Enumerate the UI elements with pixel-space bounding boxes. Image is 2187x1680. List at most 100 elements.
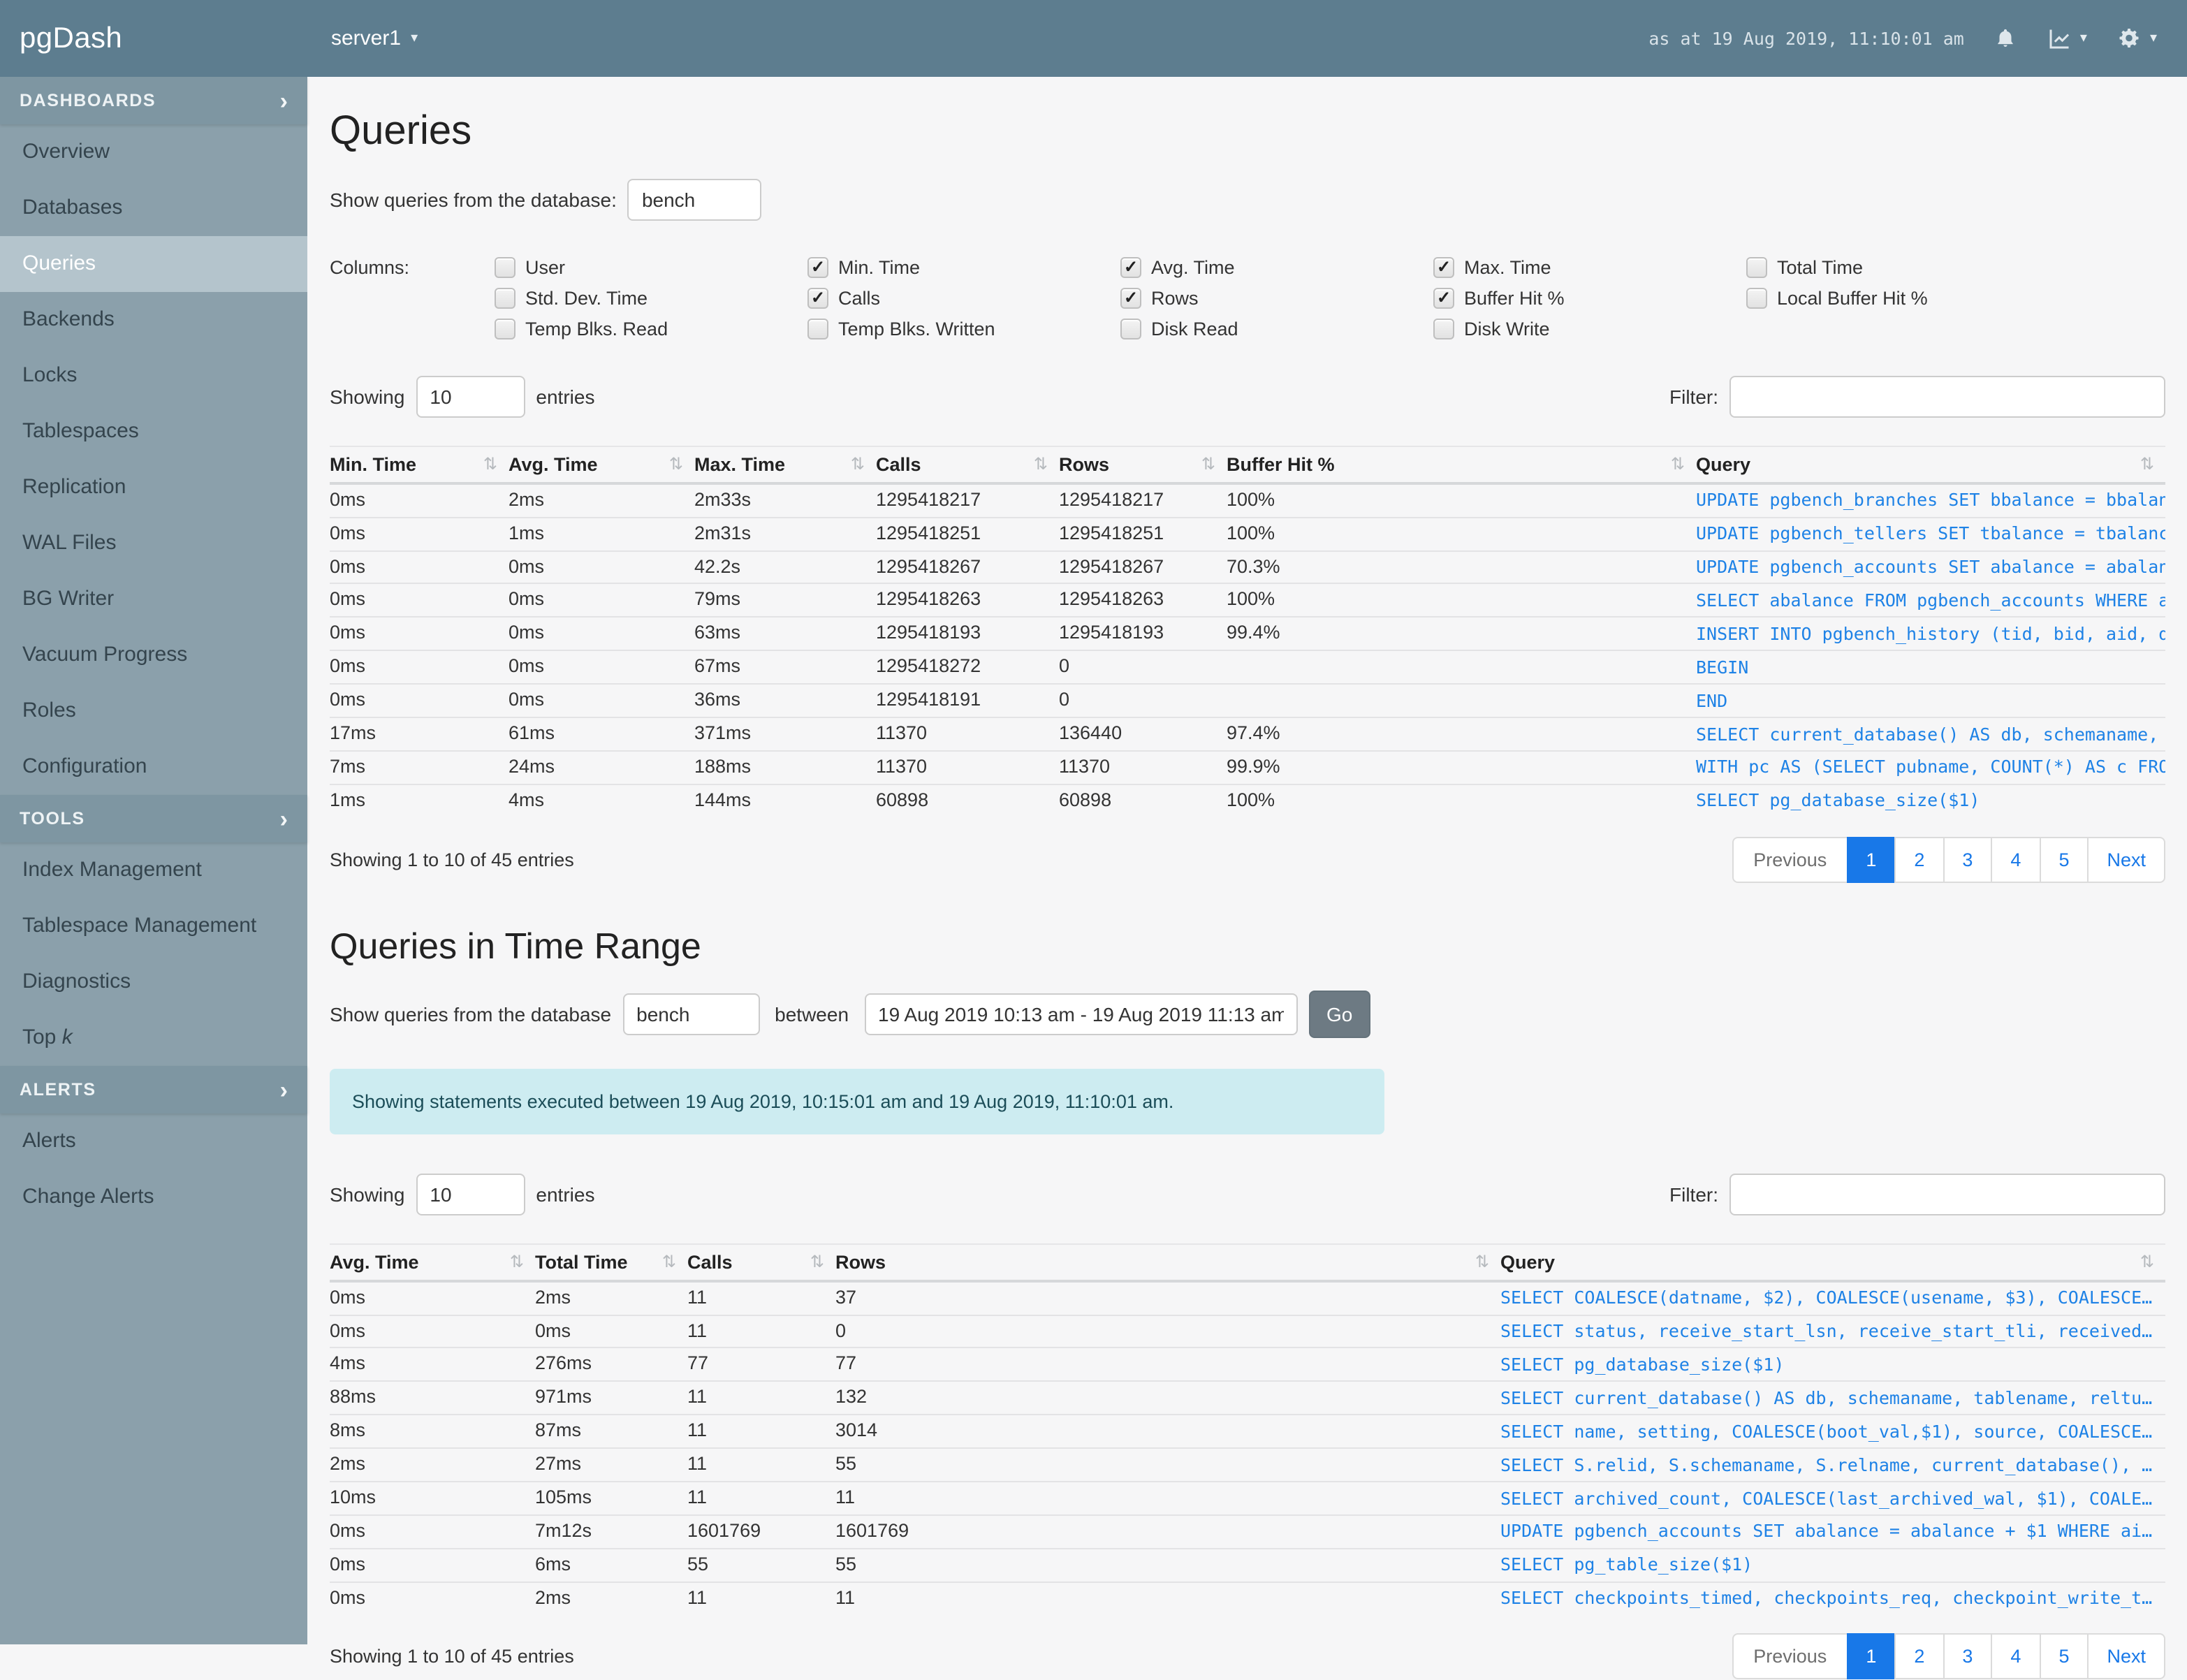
checkbox-icon[interactable] bbox=[495, 318, 515, 339]
column-toggle[interactable]: Total Time bbox=[1746, 256, 2059, 278]
sidebar-item-vacuum-progress[interactable]: Vacuum Progress bbox=[0, 627, 307, 683]
pagination-page[interactable]: 5 bbox=[2039, 1633, 2089, 1680]
table-row[interactable]: 4ms 276ms 77 77 SELECT pg_database_size($1) bbox=[330, 1347, 2165, 1382]
pagination-page[interactable]: 4 bbox=[1991, 1633, 2041, 1680]
checkbox-icon[interactable]: ✓ bbox=[1433, 287, 1454, 309]
column-toggle[interactable]: ✓ Calls bbox=[807, 287, 1120, 309]
table-row[interactable]: 0ms 0ms 79ms 1295418263 1295418263 100% SELECT… bbox=[330, 583, 2165, 618]
column-header[interactable]: Max. Time ⇅ bbox=[694, 446, 876, 485]
pagination-next[interactable]: Next bbox=[2087, 836, 2165, 883]
table-row[interactable]: 0ms 0ms 63ms 1295418193 1295418193 99.4% INSER… bbox=[330, 616, 2165, 651]
checkbox-icon[interactable] bbox=[495, 287, 515, 309]
column-toggle[interactable]: Temp Blks. Written bbox=[807, 318, 1120, 339]
filter-input[interactable] bbox=[1729, 375, 2165, 418]
settings-menu[interactable]: ▾ bbox=[2116, 26, 2157, 51]
sidebar-item-diagnostics[interactable]: Diagnostics bbox=[0, 954, 307, 1010]
table-row[interactable]: 0ms 2ms 2m33s 1295418217 1295418217 100% UPDAT… bbox=[330, 483, 2165, 518]
column-toggle[interactable]: User bbox=[495, 256, 807, 278]
sort-icon[interactable]: ⇅ bbox=[1671, 454, 1685, 474]
sort-icon[interactable]: ⇅ bbox=[510, 1251, 524, 1271]
pagination-page[interactable]: 3 bbox=[1943, 836, 1993, 883]
pagination-page[interactable]: 5 bbox=[2039, 836, 2089, 883]
database-input[interactable] bbox=[627, 178, 762, 221]
app-logo[interactable]: pgDash bbox=[0, 22, 307, 55]
sidebar-item-backends[interactable]: Backends bbox=[0, 292, 307, 348]
checkbox-icon[interactable] bbox=[1433, 318, 1454, 339]
sort-icon[interactable]: ⇅ bbox=[2140, 454, 2154, 474]
sidebar-item-locks[interactable]: Locks bbox=[0, 348, 307, 404]
sidebar-item-tablespace-management[interactable]: Tablespace Management bbox=[0, 898, 307, 954]
sidebar-item-overview[interactable]: Overview bbox=[0, 124, 307, 180]
checkbox-icon[interactable] bbox=[1746, 287, 1767, 309]
column-header[interactable]: Min. Time ⇅ bbox=[330, 446, 509, 485]
pagination-page[interactable]: 2 bbox=[1894, 836, 1945, 883]
column-toggle[interactable]: Disk Write bbox=[1433, 318, 1746, 339]
bell-icon[interactable] bbox=[1994, 26, 2017, 51]
checkbox-icon[interactable]: ✓ bbox=[1433, 256, 1454, 278]
table-row[interactable]: 7ms 24ms 188ms 11370 11370 99.9% WITH pc AS (S… bbox=[330, 750, 2165, 784]
table-row[interactable]: 0ms 0ms 67ms 1295418272 0 BEGIN bbox=[330, 650, 2165, 685]
pagination-page[interactable]: 1 bbox=[1846, 836, 1896, 883]
table-row[interactable]: 0ms 0ms 11 0 SELECT status, receive_start_ls… bbox=[330, 1314, 2165, 1348]
entries-input-2[interactable] bbox=[416, 1173, 525, 1215]
table-row[interactable]: 1ms 4ms 144ms 60898 60898 100% SELECT pg_datab… bbox=[330, 783, 2165, 817]
sort-icon[interactable]: ⇅ bbox=[1034, 454, 1048, 474]
sidebar-item-change-alerts[interactable]: Change Alerts bbox=[0, 1169, 307, 1225]
column-toggle[interactable]: ✓ Min. Time bbox=[807, 256, 1120, 278]
column-header[interactable]: Total Time ⇅ bbox=[535, 1243, 687, 1283]
checkbox-icon[interactable] bbox=[1120, 318, 1141, 339]
sort-icon[interactable]: ⇅ bbox=[1475, 1251, 1489, 1271]
filter-input-2[interactable] bbox=[1729, 1173, 2165, 1215]
table-row[interactable]: 0ms 7m12s 1601769 1601769 UPDATE pgbench_acc… bbox=[330, 1514, 2165, 1549]
sidebar-section-header[interactable]: TOOLS › bbox=[0, 795, 307, 842]
sidebar-item-bg-writer[interactable]: BG Writer bbox=[0, 571, 307, 627]
column-toggle[interactable]: Disk Read bbox=[1120, 318, 1433, 339]
sidebar-item-alerts[interactable]: Alerts bbox=[0, 1113, 307, 1169]
column-header[interactable]: Calls ⇅ bbox=[687, 1243, 835, 1283]
charts-menu[interactable]: ▾ bbox=[2047, 26, 2087, 51]
sidebar-item-roles[interactable]: Roles bbox=[0, 683, 307, 739]
sidebar-section-header[interactable]: DASHBOARDS › bbox=[0, 77, 307, 124]
checkbox-icon[interactable] bbox=[807, 318, 828, 339]
sort-icon[interactable]: ⇅ bbox=[810, 1251, 824, 1271]
column-toggle[interactable]: ✓ Buffer Hit % bbox=[1433, 287, 1746, 309]
table-row[interactable]: 0ms 0ms 36ms 1295418191 0 END bbox=[330, 683, 2165, 717]
table-row[interactable]: 2ms 27ms 11 55 SELECT S.relid, S.schemaname,… bbox=[330, 1447, 2165, 1482]
sidebar-item-tablespaces[interactable]: Tablespaces bbox=[0, 404, 307, 460]
time-range-database-input[interactable] bbox=[622, 993, 760, 1035]
sidebar-item-wal-files[interactable]: WAL Files bbox=[0, 516, 307, 571]
column-toggle[interactable]: Std. Dev. Time bbox=[495, 287, 807, 309]
sort-icon[interactable]: ⇅ bbox=[483, 454, 497, 474]
column-toggle[interactable]: Temp Blks. Read bbox=[495, 318, 807, 339]
sort-icon[interactable]: ⇅ bbox=[1201, 454, 1215, 474]
pagination-page[interactable]: 4 bbox=[1991, 836, 2041, 883]
table-row[interactable]: 88ms 971ms 11 132 SELECT current_database() … bbox=[330, 1380, 2165, 1415]
sidebar-item-configuration[interactable]: Configuration bbox=[0, 739, 307, 795]
sort-icon[interactable]: ⇅ bbox=[669, 454, 683, 474]
date-range-input[interactable] bbox=[864, 993, 1298, 1035]
sort-icon[interactable]: ⇅ bbox=[851, 454, 865, 474]
sort-icon[interactable]: ⇅ bbox=[662, 1251, 676, 1271]
table-row[interactable]: 0ms 2ms 11 37 SELECT COALESCE(datname, $2), … bbox=[330, 1280, 2165, 1315]
sidebar-item-top-k[interactable]: Top k bbox=[0, 1010, 307, 1066]
column-header[interactable]: Buffer Hit % ⇅ bbox=[1227, 446, 1696, 485]
sort-icon[interactable]: ⇅ bbox=[2140, 1251, 2154, 1271]
pagination-previous[interactable]: Previous bbox=[1732, 836, 1848, 883]
table-row[interactable]: 0ms 6ms 55 55 SELECT pg_table_size($1) bbox=[330, 1547, 2165, 1582]
sidebar-item-databases[interactable]: Databases bbox=[0, 180, 307, 236]
pagination-next[interactable]: Next bbox=[2087, 1633, 2165, 1680]
checkbox-icon[interactable]: ✓ bbox=[1120, 287, 1141, 309]
checkbox-icon[interactable]: ✓ bbox=[807, 256, 828, 278]
checkbox-icon[interactable] bbox=[495, 256, 515, 278]
column-header[interactable]: Avg. Time ⇅ bbox=[330, 1243, 535, 1283]
table-row[interactable]: 0ms 2ms 11 11 SELECT checkpoints_timed, chec… bbox=[330, 1581, 2165, 1614]
sidebar-item-replication[interactable]: Replication bbox=[0, 460, 307, 516]
column-header[interactable]: Rows ⇅ bbox=[1059, 446, 1227, 485]
column-header[interactable]: Rows ⇅ bbox=[835, 1243, 1500, 1283]
table-row[interactable]: 0ms 0ms 42.2s 1295418267 1295418267 70.3% UPDA… bbox=[330, 550, 2165, 584]
column-header[interactable]: Calls ⇅ bbox=[876, 446, 1059, 485]
entries-input[interactable] bbox=[416, 375, 525, 418]
table-row[interactable]: 10ms 105ms 11 11 SELECT archived_count, COAL… bbox=[330, 1480, 2165, 1515]
sidebar-item-index-management[interactable]: Index Management bbox=[0, 842, 307, 898]
sidebar-section-header[interactable]: ALERTS › bbox=[0, 1066, 307, 1113]
